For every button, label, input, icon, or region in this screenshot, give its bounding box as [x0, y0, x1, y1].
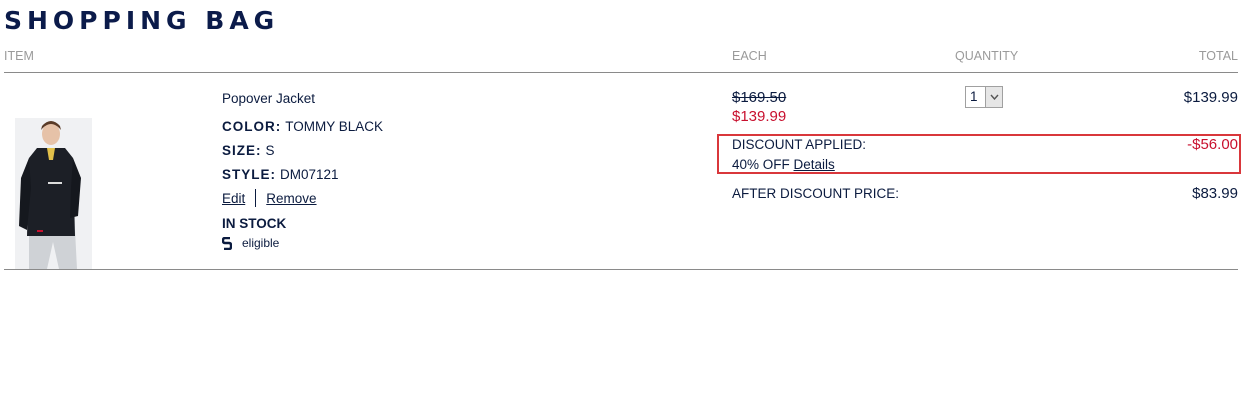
size-label: SIZE: — [222, 143, 262, 158]
product-photo-jacket-icon — [15, 118, 92, 269]
discount-details-link[interactable]: Details — [794, 157, 835, 172]
color-value: TOMMY BLACK — [285, 119, 384, 134]
quantity-select[interactable]: 1 — [965, 86, 1003, 108]
chevron-down-icon[interactable] — [985, 87, 1002, 107]
sale-price: $139.99 — [732, 108, 787, 125]
discount-percent: 40% OFF — [732, 157, 790, 172]
column-header-quantity: QUANTITY — [955, 49, 1019, 63]
product-size: SIZE: S — [222, 143, 275, 158]
product-color: COLOR: TOMMY BLACK — [222, 119, 383, 134]
remove-link[interactable]: Remove — [266, 191, 316, 206]
header-divider — [4, 72, 1238, 73]
style-value: DM07121 — [280, 167, 339, 182]
item-divider — [4, 269, 1238, 270]
edit-link[interactable]: Edit — [222, 191, 245, 206]
column-header-item: ITEM — [4, 49, 34, 63]
quantity-value: 1 — [970, 89, 978, 104]
product-image[interactable] — [15, 118, 92, 269]
column-header-total: TOTAL — [1198, 49, 1238, 63]
discount-applied-label: DISCOUNT APPLIED: — [732, 137, 867, 152]
product-style: STYLE: DM07121 — [222, 167, 339, 182]
after-discount-label: AFTER DISCOUNT PRICE: — [732, 186, 900, 201]
column-header-each: EACH — [732, 49, 767, 63]
shipping-eligibility: eligible — [222, 236, 279, 250]
stock-status: IN STOCK — [222, 216, 287, 231]
style-label: STYLE: — [222, 167, 277, 182]
after-discount-price: $83.99 — [1192, 185, 1238, 202]
product-name[interactable]: Popover Jacket — [222, 91, 315, 106]
item-actions: Edit Remove — [222, 189, 317, 207]
size-value: S — [265, 143, 275, 158]
line-total: $139.99 — [1183, 89, 1238, 106]
shoprunner-icon — [222, 236, 232, 250]
discount-detail: 40% OFF Details — [732, 157, 835, 172]
eligible-label: eligible — [242, 236, 280, 250]
page-title: SHOPPING BAG — [4, 6, 280, 35]
action-divider — [255, 189, 257, 207]
color-label: COLOR: — [222, 119, 282, 134]
original-price: $169.50 — [732, 89, 787, 106]
discount-amount: -$56.00 — [1187, 136, 1238, 153]
